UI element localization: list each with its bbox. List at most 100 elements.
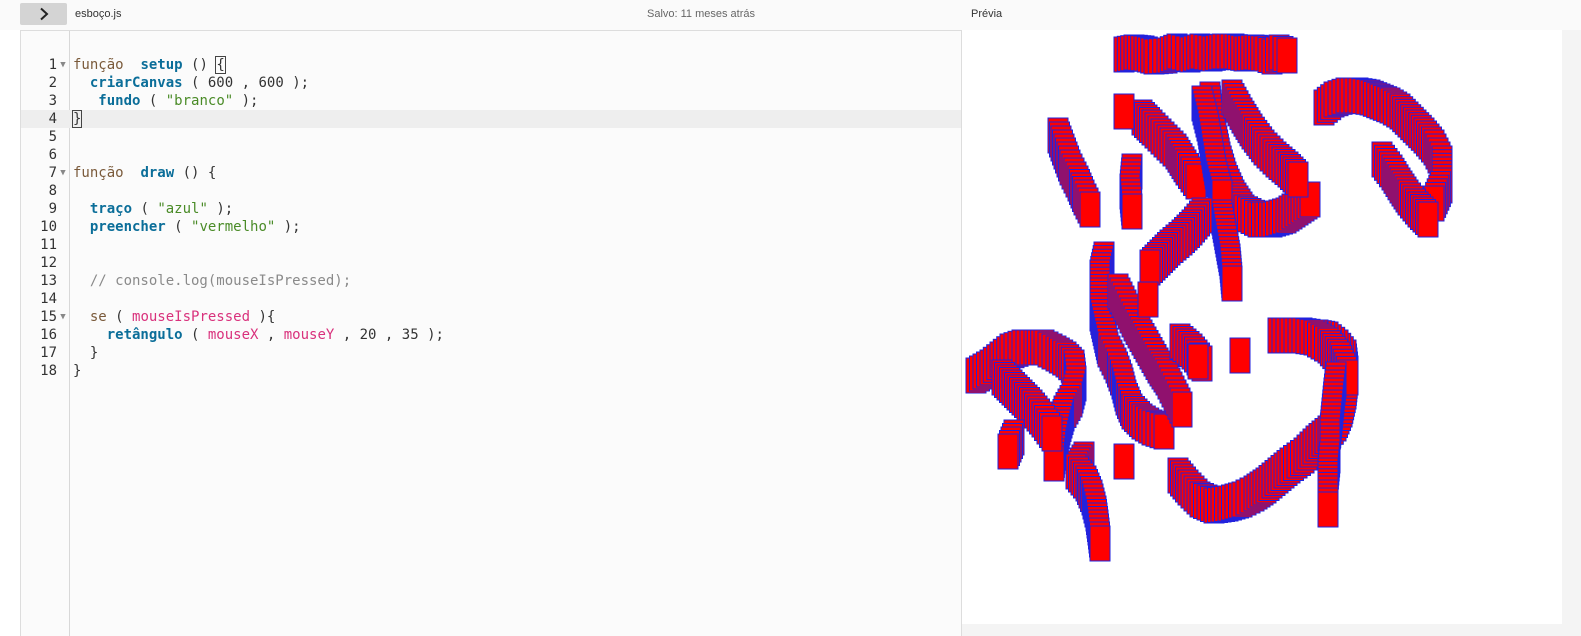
code-token: ( xyxy=(182,75,208,91)
code-token: draw xyxy=(140,165,175,181)
code-token: , xyxy=(258,327,284,343)
preview-bottom-border xyxy=(962,624,1562,636)
code-token: se xyxy=(89,309,107,325)
code-token: { xyxy=(215,56,226,74)
code-text: } xyxy=(73,362,81,380)
code-token: 600 xyxy=(207,75,234,91)
code-editor[interactable]: 1 ▼ função setup () {2 criarCanvas ( 600 ,… xyxy=(20,30,962,636)
file-name-label[interactable]: esboço.js xyxy=(75,8,121,20)
code-token: 35 xyxy=(401,327,419,343)
code-text: // console.log(mouseIsPressed); xyxy=(73,272,351,290)
line-number: 4 xyxy=(48,111,57,127)
code-token: , xyxy=(376,327,402,343)
code-token: } xyxy=(73,363,82,379)
code-area[interactable]: 1 ▼ função setup () {2 criarCanvas ( 600 ,… xyxy=(21,56,961,380)
code-line[interactable]: 9 traço ( "azul" ); xyxy=(21,200,961,218)
sketch-rectangle xyxy=(1317,491,1339,528)
code-token: fundo xyxy=(98,93,141,109)
code-token: ( xyxy=(106,309,133,325)
code-token: "azul" xyxy=(157,201,208,217)
code-token: 600 xyxy=(258,75,284,91)
line-number: 14 xyxy=(40,291,57,307)
code-token: função xyxy=(73,165,124,181)
code-token: ); xyxy=(275,219,301,235)
fold-arrow-icon[interactable]: ▼ xyxy=(58,308,68,326)
code-token: ); xyxy=(207,201,234,217)
code-line[interactable]: 12 xyxy=(21,254,961,272)
code-line[interactable]: 11 xyxy=(21,236,961,254)
sketch-rectangle xyxy=(1221,265,1243,302)
code-token: 20 xyxy=(359,327,377,343)
sketch-rectangle xyxy=(1113,93,1135,130)
sketch-rectangle xyxy=(1229,337,1251,374)
code-text: traço ( "azul" ); xyxy=(73,200,233,218)
code-line[interactable]: 7 ▼ função draw () { xyxy=(21,164,961,182)
code-token: ( xyxy=(132,201,158,217)
code-line[interactable]: 13 // console.log(mouseIsPressed); xyxy=(21,272,961,290)
editor-toolbar: esboço.js Salvo: 11 meses atrás Prévia xyxy=(0,0,1581,30)
code-token: função xyxy=(73,57,124,73)
code-line[interactable]: 4} xyxy=(21,110,961,128)
line-number: 15 xyxy=(40,309,57,325)
code-text: função setup () { xyxy=(73,56,226,74)
code-token: retângulo xyxy=(106,327,183,343)
code-line[interactable]: 16 retângulo ( mouseX , mouseY , 20 , 35… xyxy=(21,326,961,344)
fold-arrow-icon[interactable]: ▼ xyxy=(58,164,68,182)
code-line[interactable]: 3 fundo ( "branco" ); xyxy=(21,92,961,110)
sketch-drawing xyxy=(965,33,1453,562)
fold-arrow-icon[interactable]: ▼ xyxy=(58,56,68,74)
line-number: 5 xyxy=(48,129,57,145)
sketch-rectangle xyxy=(1121,193,1143,230)
code-line[interactable]: 6 xyxy=(21,146,961,164)
code-line[interactable]: 18} xyxy=(21,362,961,380)
save-status-text: Salvo: 11 meses atrás xyxy=(647,8,756,20)
code-text: retângulo ( mouseX , mouseY , 20 , 35 ); xyxy=(73,326,444,344)
code-token: criarCanvas xyxy=(89,75,183,91)
preview-side-border xyxy=(1562,30,1581,636)
code-line[interactable]: 17 } xyxy=(21,344,961,362)
code-token: ( xyxy=(165,219,192,235)
sketch-rectangle xyxy=(997,433,1019,470)
toggle-sidebar-button[interactable] xyxy=(20,3,67,25)
code-token: "vermelho" xyxy=(191,219,276,235)
code-line[interactable]: 14 xyxy=(21,290,961,308)
code-token: , xyxy=(334,327,360,343)
code-text: se ( mouseIsPressed ){ xyxy=(73,308,275,326)
code-text: função draw () { xyxy=(73,164,216,182)
code-token: () xyxy=(182,57,217,73)
line-number: 2 xyxy=(48,75,57,91)
code-line[interactable]: 10 preencher ( "vermelho" ); xyxy=(21,218,961,236)
preview-canvas[interactable] xyxy=(962,30,1562,624)
line-number: 17 xyxy=(40,345,57,361)
code-token: ); xyxy=(233,93,259,109)
code-line[interactable]: 8 xyxy=(21,182,961,200)
code-text: criarCanvas ( 600 , 600 ); xyxy=(73,74,309,92)
code-text: } xyxy=(73,344,98,362)
sketch-rectangle xyxy=(1089,525,1111,562)
sketch-rectangle xyxy=(1113,443,1135,480)
line-number: 3 xyxy=(48,93,57,109)
code-token: , xyxy=(233,75,259,91)
code-line[interactable]: 5 xyxy=(21,128,961,146)
code-token: // console.log(mouseIsPressed); xyxy=(89,273,352,289)
sketch-rectangle xyxy=(1079,191,1101,228)
code-line[interactable]: 15 ▼ se ( mouseIsPressed ){ xyxy=(21,308,961,326)
code-token: () { xyxy=(174,165,217,181)
sketch-rectangle xyxy=(1041,415,1063,452)
code-line[interactable]: 2 criarCanvas ( 600 , 600 ); xyxy=(21,74,961,92)
code-token: ); xyxy=(418,327,444,343)
sketch-rectangle xyxy=(1276,37,1298,74)
line-number: 12 xyxy=(40,255,57,271)
code-token: mouseX xyxy=(207,327,259,343)
sketch-rectangle xyxy=(1287,161,1309,198)
line-number: 10 xyxy=(40,219,57,235)
line-number: 6 xyxy=(48,147,57,163)
chevron-right-icon xyxy=(39,7,48,21)
sketch-rectangle xyxy=(1137,281,1159,318)
code-line[interactable]: 1 ▼ função setup () { xyxy=(21,56,961,74)
